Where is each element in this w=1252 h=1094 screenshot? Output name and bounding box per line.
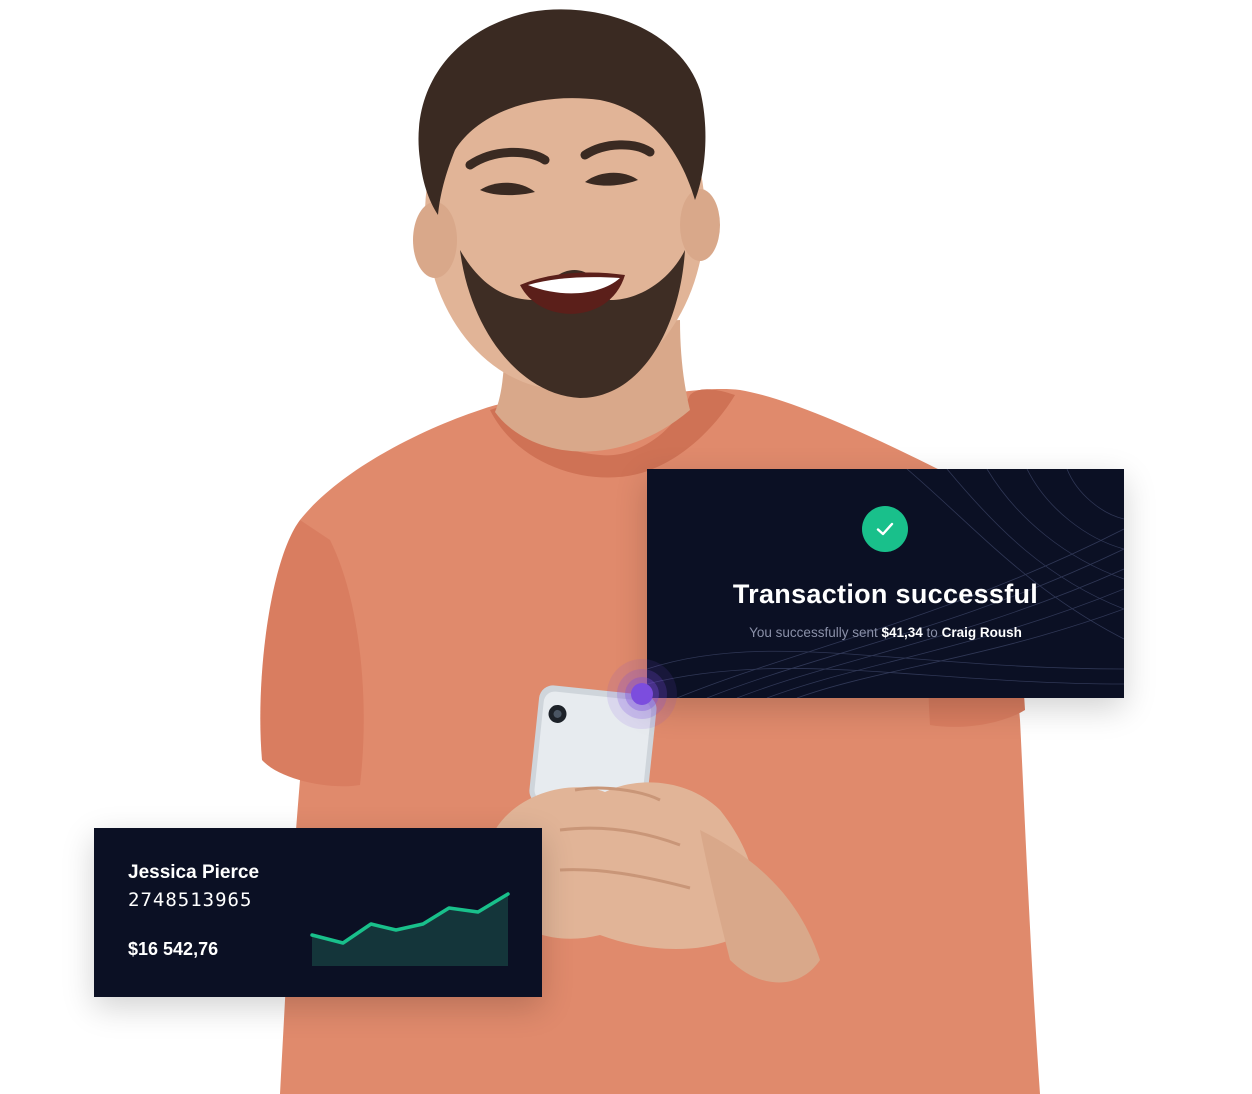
balance-sparkline [310, 892, 510, 966]
account-number: 2748513965 [128, 889, 253, 911]
transaction-amount: $41,34 [881, 625, 923, 640]
pulse-dot-icon [607, 659, 677, 729]
transaction-card: Transaction successful You successfully … [647, 469, 1124, 698]
message-to: to [926, 625, 938, 640]
account-card: Jessica Pierce 2748513965 $16 542,76 [94, 828, 542, 997]
recipient-name: Craig Roush [941, 625, 1022, 640]
transaction-message: You successfully sent $41,34 to Craig Ro… [647, 625, 1124, 640]
account-holder-name: Jessica Pierce [128, 862, 260, 883]
message-prefix: You successfully sent [749, 625, 878, 640]
account-balance: $16 542,76 [128, 939, 219, 959]
transaction-title: Transaction successful [732, 579, 1039, 609]
check-icon [862, 506, 908, 552]
